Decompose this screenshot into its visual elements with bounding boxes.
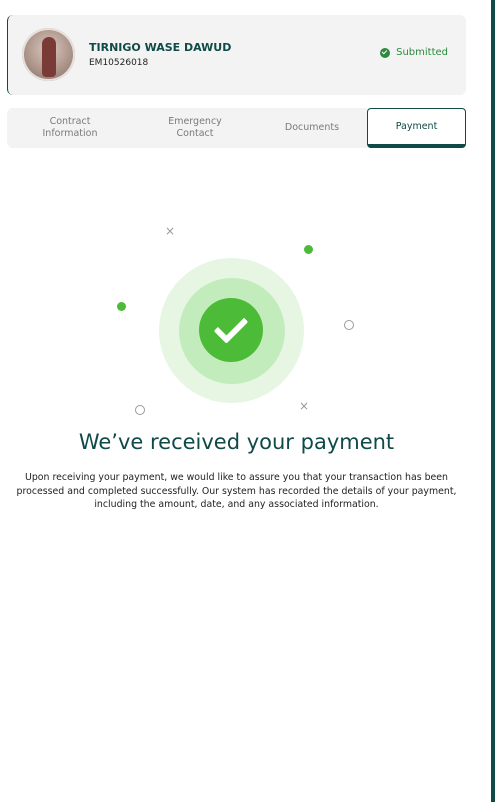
confirmation-headline: We’ve received your payment <box>78 430 395 454</box>
tab-emergency-contact[interactable]: Emergency Contact <box>133 108 257 148</box>
confirmation-message: Upon receiving your payment, we would li… <box>16 472 457 510</box>
decor-circle-outline <box>344 320 354 330</box>
check-circle-small-icon <box>380 47 391 58</box>
tab-label: Contract Information <box>42 116 98 139</box>
payment-success-illustration: × × <box>0 215 495 425</box>
tab-payment[interactable]: Payment <box>367 108 466 148</box>
check-circle-icon <box>199 298 263 362</box>
status-badge: Submitted <box>380 47 448 58</box>
avatar <box>22 28 75 81</box>
onboarding-tabs: Contract Information Emergency Contact D… <box>7 108 466 148</box>
decor-dot <box>117 302 126 311</box>
tab-label: Documents <box>284 122 340 133</box>
avatar-figure <box>42 37 56 77</box>
decor-x-icon: × <box>165 224 176 238</box>
decor-dot <box>304 245 313 254</box>
tab-label: Emergency Contact <box>168 116 222 139</box>
tab-contract-information[interactable]: Contract Information <box>7 108 133 148</box>
decor-x-icon: × <box>299 399 310 413</box>
status-label: Submitted <box>396 47 448 58</box>
employee-id: EM10526018 <box>89 58 149 68</box>
employee-name: TIRNIGO WASE DAWUD <box>89 41 232 54</box>
tab-label: Payment <box>395 120 438 132</box>
decor-circle-outline <box>135 405 145 415</box>
tab-documents[interactable]: Documents <box>257 108 367 148</box>
employee-profile-card: TIRNIGO WASE DAWUD EM10526018 Submitted <box>7 15 466 95</box>
